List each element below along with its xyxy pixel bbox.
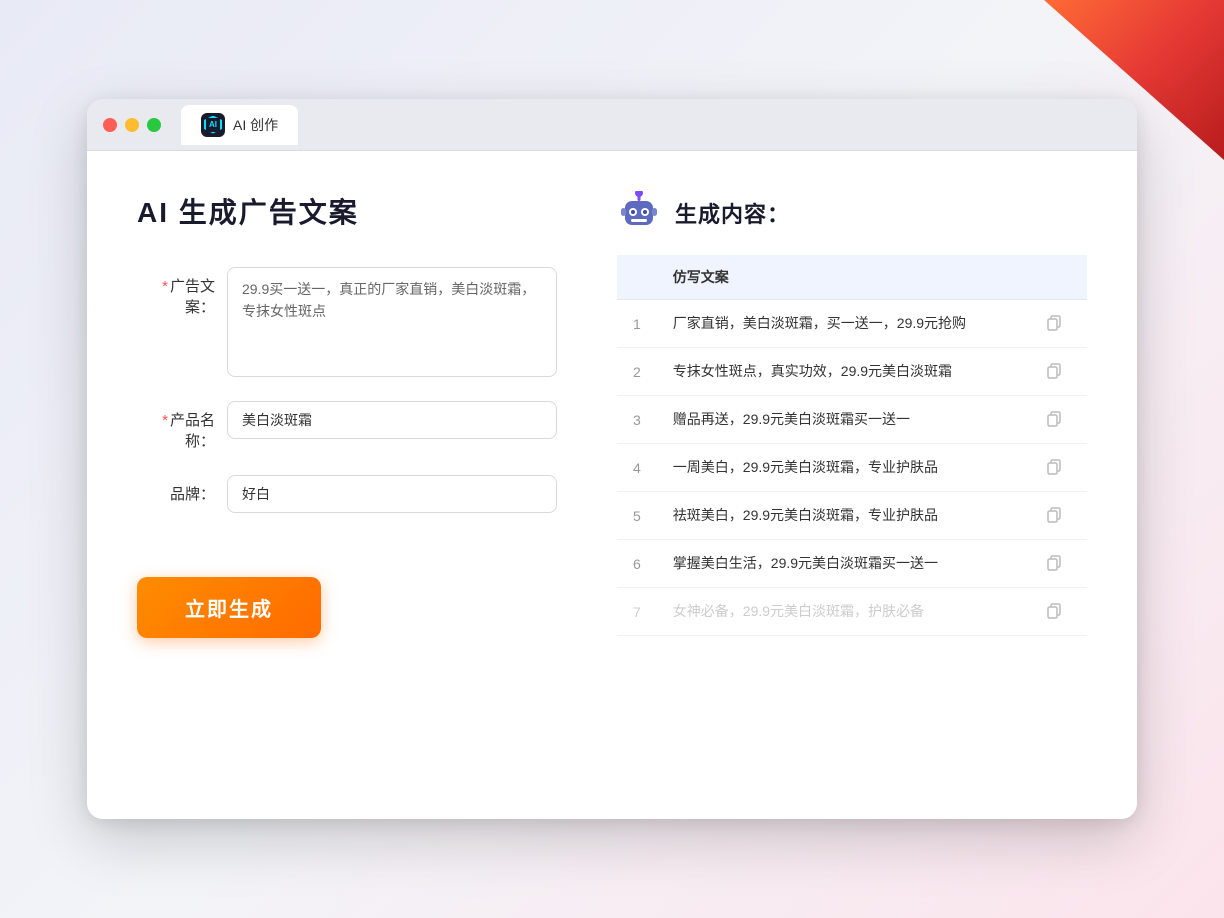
right-panel: 生成内容： 仿写文案 1厂家直销，美白淡斑霜，买一送一，29.9元抢购 2专抹女…: [617, 191, 1087, 779]
copy-button-cell: [1028, 396, 1087, 444]
copy-button-cell: [1028, 444, 1087, 492]
brand-input[interactable]: [227, 475, 557, 513]
product-name-label-text: 产品名称：: [170, 412, 215, 450]
product-name-row: *产品名称：: [137, 401, 557, 451]
copy-button-cell: [1028, 588, 1087, 636]
ai-tab[interactable]: AI AI 创作: [181, 105, 298, 145]
generate-button[interactable]: 立即生成: [137, 577, 321, 638]
copy-button-cell: [1028, 348, 1087, 396]
brand-row: 品牌：: [137, 475, 557, 513]
ad-copy-required-star: *: [162, 278, 168, 295]
table-row: 1厂家直销，美白淡斑霜，买一送一，29.9元抢购: [617, 300, 1087, 348]
copy-icon[interactable]: [1044, 361, 1064, 381]
row-number: 3: [617, 396, 657, 444]
brand-label: 品牌：: [137, 475, 227, 504]
result-title: 生成内容：: [675, 197, 790, 229]
page-title: AI 生成广告文案: [137, 191, 557, 231]
product-name-input[interactable]: [227, 401, 557, 439]
content-area: AI 生成广告文案 *广告文案： 29.9买一送一，真正的厂家直销，美白淡斑霜，…: [87, 151, 1137, 819]
ad-copy-label-text: 广告文案：: [170, 278, 215, 316]
table-row: 5祛斑美白，29.9元美白淡斑霜，专业护肤品: [617, 492, 1087, 540]
table-header-row: 仿写文案: [617, 255, 1087, 300]
row-text: 祛斑美白，29.9元美白淡斑霜，专业护肤品: [657, 492, 1028, 540]
browser-window: AI AI 创作 AI 生成广告文案 *广告文案： 29.9买一送一，真正的厂家…: [87, 99, 1137, 819]
table-row: 7女神必备，29.9元美白淡斑霜，护肤必备: [617, 588, 1087, 636]
row-text: 专抹女性斑点，真实功效，29.9元美白淡斑霜: [657, 348, 1028, 396]
copy-button-cell: [1028, 300, 1087, 348]
copy-icon[interactable]: [1044, 505, 1064, 525]
title-bar: AI AI 创作: [87, 99, 1137, 151]
product-name-required-star: *: [162, 412, 168, 429]
copy-icon[interactable]: [1044, 457, 1064, 477]
minimize-button[interactable]: [125, 118, 139, 132]
maximize-button[interactable]: [147, 118, 161, 132]
row-text: 一周美白，29.9元美白淡斑霜，专业护肤品: [657, 444, 1028, 492]
copy-icon[interactable]: [1044, 553, 1064, 573]
left-panel: AI 生成广告文案 *广告文案： 29.9买一送一，真正的厂家直销，美白淡斑霜，…: [137, 191, 557, 779]
result-header: 生成内容：: [617, 191, 1087, 235]
row-number: 7: [617, 588, 657, 636]
product-name-label: *产品名称：: [137, 401, 227, 451]
copy-icon[interactable]: [1044, 601, 1064, 621]
results-table: 仿写文案 1厂家直销，美白淡斑霜，买一送一，29.9元抢购 2专抹女性斑点，真实…: [617, 255, 1087, 636]
ai-tab-icon: AI: [201, 113, 225, 137]
ad-copy-label: *广告文案：: [137, 267, 227, 317]
ad-copy-textarea[interactable]: 29.9买一送一，真正的厂家直销，美白淡斑霜，专抹女性斑点: [227, 267, 557, 377]
row-number: 4: [617, 444, 657, 492]
table-row: 6掌握美白生活，29.9元美白淡斑霜买一送一: [617, 540, 1087, 588]
col-action-header: [1028, 255, 1087, 300]
row-text: 女神必备，29.9元美白淡斑霜，护肤必备: [657, 588, 1028, 636]
table-row: 2专抹女性斑点，真实功效，29.9元美白淡斑霜: [617, 348, 1087, 396]
col-num-header: [617, 255, 657, 300]
row-number: 2: [617, 348, 657, 396]
copy-button-cell: [1028, 540, 1087, 588]
row-text: 厂家直销，美白淡斑霜，买一送一，29.9元抢购: [657, 300, 1028, 348]
window-controls: [103, 118, 161, 132]
table-row: 4一周美白，29.9元美白淡斑霜，专业护肤品: [617, 444, 1087, 492]
row-number: 1: [617, 300, 657, 348]
copy-button-cell: [1028, 492, 1087, 540]
tab-label: AI 创作: [233, 115, 278, 135]
row-number: 6: [617, 540, 657, 588]
robot-icon: [617, 191, 661, 235]
table-row: 3赠品再送，29.9元美白淡斑霜买一送一: [617, 396, 1087, 444]
copy-icon[interactable]: [1044, 313, 1064, 333]
copy-icon[interactable]: [1044, 409, 1064, 429]
row-number: 5: [617, 492, 657, 540]
row-text: 掌握美白生活，29.9元美白淡斑霜买一送一: [657, 540, 1028, 588]
ad-copy-row: *广告文案： 29.9买一送一，真正的厂家直销，美白淡斑霜，专抹女性斑点: [137, 267, 557, 377]
row-text: 赠品再送，29.9元美白淡斑霜买一送一: [657, 396, 1028, 444]
ai-icon-text: AI: [209, 120, 217, 129]
close-button[interactable]: [103, 118, 117, 132]
col-text-header: 仿写文案: [657, 255, 1028, 300]
